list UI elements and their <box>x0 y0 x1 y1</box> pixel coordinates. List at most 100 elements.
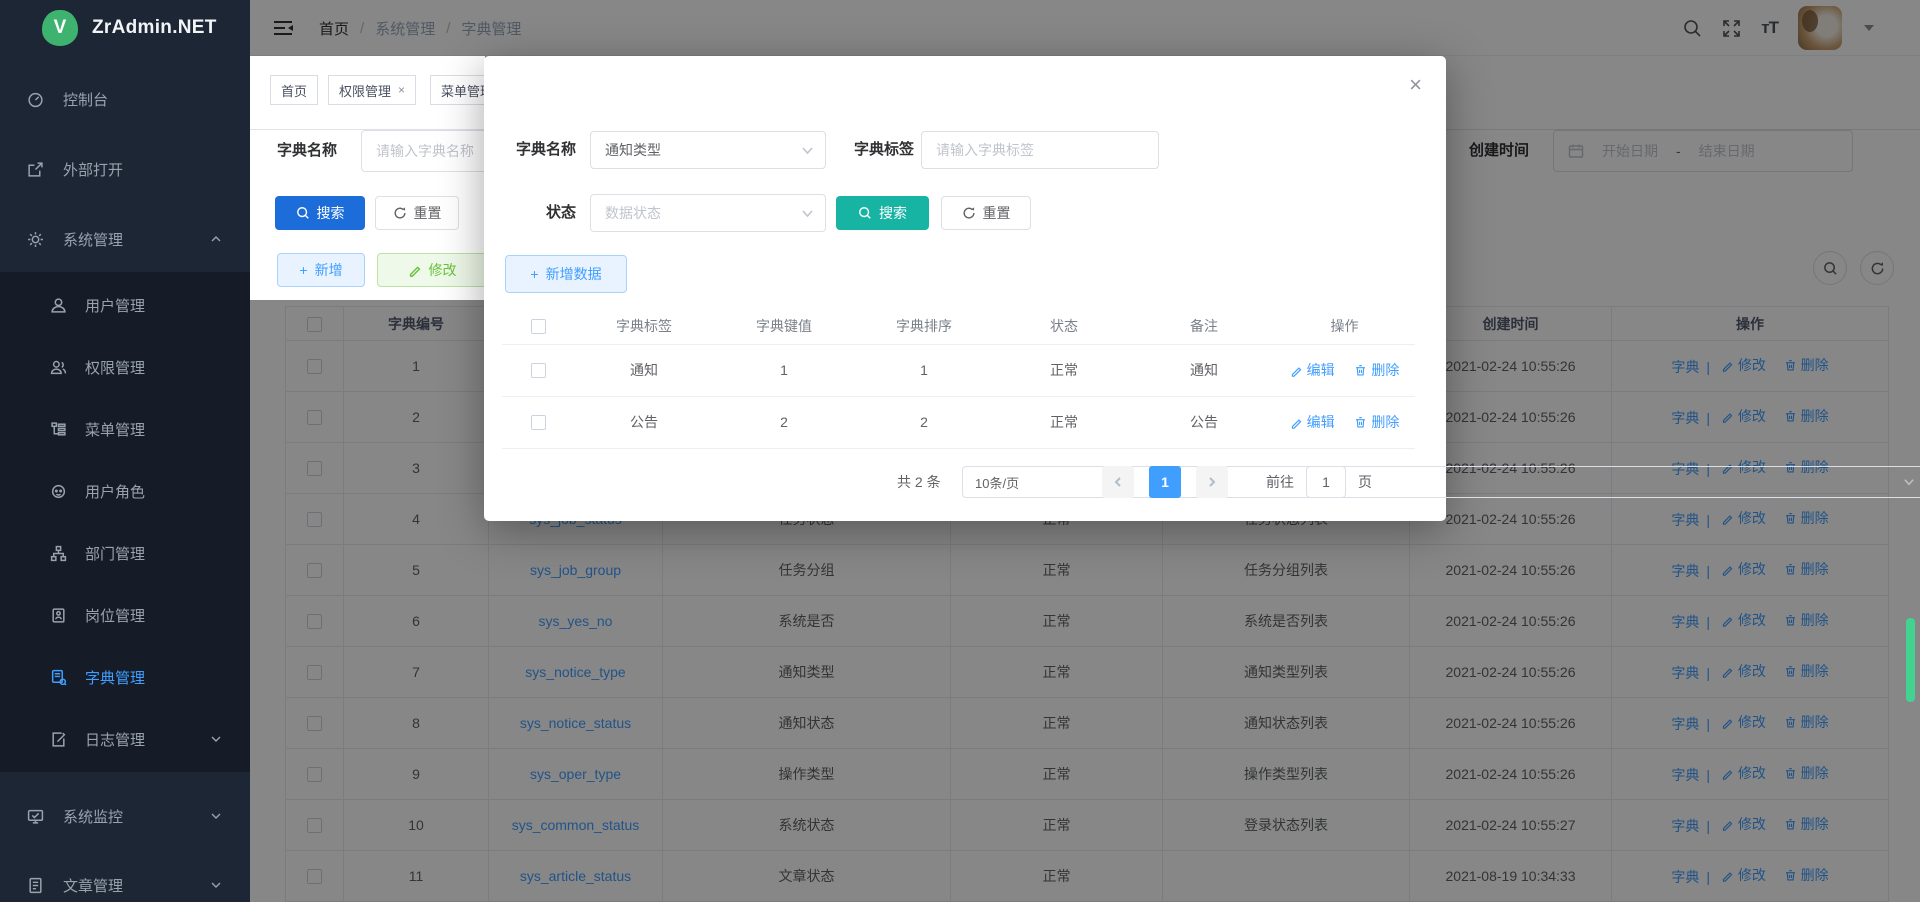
font-size-icon[interactable]: ᴛT <box>1761 18 1778 38</box>
dict-type-link[interactable]: sys_common_status <box>512 817 640 833</box>
app-logo[interactable]: V ZrAdmin.NET <box>0 0 250 56</box>
reset-button[interactable]: 重置 <box>375 196 459 230</box>
next-page-button[interactable] <box>1196 466 1228 498</box>
current-page-button[interactable]: 1 <box>1149 466 1181 498</box>
sidebar-item-system[interactable]: 系统管理 <box>0 208 250 270</box>
sidebar-collapse-icon[interactable] <box>273 20 293 36</box>
row-checkbox[interactable] <box>307 818 322 833</box>
dict-action-link[interactable]: 字典 <box>1671 714 1699 734</box>
edit-action-link[interactable]: 修改 <box>1721 865 1766 885</box>
row-checkbox[interactable] <box>531 363 546 378</box>
delete-action-link[interactable]: 删除 <box>1784 406 1829 426</box>
edit-action-link[interactable]: 修改 <box>1721 355 1766 375</box>
delete-action-link[interactable]: 删除 <box>1784 355 1829 375</box>
select-all-checkbox[interactable] <box>307 317 322 332</box>
edit-action-link[interactable]: 修改 <box>1721 712 1766 732</box>
delete-action-link[interactable]: 删除 <box>1784 661 1829 681</box>
sidebar-item-posts[interactable]: 岗位管理 <box>0 584 250 646</box>
row-checkbox[interactable] <box>307 716 322 731</box>
row-checkbox[interactable] <box>307 665 322 680</box>
row-checkbox[interactable] <box>307 614 322 629</box>
edit-action-link[interactable]: 编辑 <box>1290 412 1335 432</box>
dict-type-link[interactable]: sys_notice_status <box>520 715 631 731</box>
user-avatar[interactable] <box>1798 6 1842 50</box>
edit-action-link[interactable]: 修改 <box>1721 610 1766 630</box>
modal-status-select[interactable]: 数据状态 <box>590 194 826 232</box>
breadcrumb-section[interactable]: 系统管理 <box>375 18 435 39</box>
sidebar-item-external[interactable]: 外部打开 <box>0 138 250 200</box>
delete-action-link[interactable]: 删除 <box>1784 610 1829 630</box>
row-checkbox[interactable] <box>307 359 322 374</box>
row-checkbox[interactable] <box>307 869 322 884</box>
sidebar-item-users[interactable]: 用户管理 <box>0 274 250 336</box>
toggle-search-button[interactable] <box>1813 251 1847 285</box>
delete-action-link[interactable]: 删除 <box>1784 865 1829 885</box>
modal-add-data-button[interactable]: + 新增数据 <box>505 255 627 293</box>
edit-action-link[interactable]: 修改 <box>1721 661 1766 681</box>
delete-action-link[interactable]: 删除 <box>1784 763 1829 783</box>
search-button[interactable]: 搜索 <box>275 196 365 230</box>
modal-dict-label-input[interactable] <box>921 131 1159 169</box>
dict-type-link[interactable]: sys_article_status <box>520 868 631 884</box>
row-checkbox[interactable] <box>531 415 546 430</box>
dict-type-link[interactable]: sys_yes_no <box>539 613 613 629</box>
row-checkbox[interactable] <box>307 461 322 476</box>
dict-action-link[interactable]: 字典 <box>1671 765 1699 785</box>
edit-action-link[interactable]: 修改 <box>1721 508 1766 528</box>
close-icon[interactable]: × <box>1409 74 1422 96</box>
row-checkbox[interactable] <box>307 563 322 578</box>
sidebar-item-menus[interactable]: 菜单管理 <box>0 398 250 460</box>
tab-close-icon[interactable]: × <box>398 84 405 96</box>
edit-action-link[interactable]: 修改 <box>1721 559 1766 579</box>
delete-action-link[interactable]: 删除 <box>1354 412 1399 432</box>
dict-action-link[interactable]: 字典 <box>1671 612 1699 632</box>
delete-action-link[interactable]: 删除 <box>1784 559 1829 579</box>
row-checkbox[interactable] <box>307 767 322 782</box>
edit-action-link[interactable]: 编辑 <box>1290 360 1335 380</box>
avatar-caret-icon[interactable] <box>1864 25 1874 31</box>
modal-search-button[interactable]: 搜索 <box>836 196 929 230</box>
dict-type-link[interactable]: sys_notice_type <box>525 664 625 680</box>
dict-type-link[interactable]: sys_job_group <box>530 562 621 578</box>
tab-permissions[interactable]: 权限管理 × <box>328 75 416 105</box>
delete-action-link[interactable]: 删除 <box>1784 508 1829 528</box>
add-button[interactable]: + 新增 <box>277 253 365 287</box>
dict-action-link[interactable]: 字典 <box>1671 561 1699 581</box>
sidebar-item-dictionary[interactable]: 字典管理 <box>0 646 250 708</box>
dict-action-link[interactable]: 字典 <box>1671 357 1699 377</box>
tab-home[interactable]: 首页 <box>270 75 318 105</box>
sidebar-item-permissions[interactable]: 权限管理 <box>0 336 250 398</box>
sidebar-item-dashboard[interactable]: 控制台 <box>0 68 250 130</box>
sidebar-item-departments[interactable]: 部门管理 <box>0 522 250 584</box>
row-checkbox[interactable] <box>307 410 322 425</box>
sidebar-item-user-roles[interactable]: 用户角色 <box>0 460 250 522</box>
sidebar-item-articles[interactable]: 文章管理 <box>0 854 250 902</box>
edit-button[interactable]: 修改 <box>377 253 487 287</box>
dict-action-link[interactable]: 字典 <box>1671 408 1699 428</box>
dict-action-link[interactable]: 字典 <box>1671 663 1699 683</box>
row-checkbox[interactable] <box>307 512 322 527</box>
edit-action-link[interactable]: 修改 <box>1721 814 1766 834</box>
modal-reset-button[interactable]: 重置 <box>941 196 1031 230</box>
scrollbar-thumb[interactable] <box>1906 618 1915 702</box>
sidebar-item-monitor[interactable]: 系统监控 <box>0 785 250 847</box>
edit-action-link[interactable]: 修改 <box>1721 406 1766 426</box>
dict-action-link[interactable]: 字典 <box>1671 816 1699 836</box>
delete-action-link[interactable]: 删除 <box>1784 814 1829 834</box>
dict-type-link[interactable]: sys_oper_type <box>530 766 621 782</box>
goto-page-input[interactable] <box>1306 466 1346 498</box>
dict-action-link[interactable]: 字典 <box>1671 510 1699 530</box>
edit-action-link[interactable]: 修改 <box>1721 763 1766 783</box>
breadcrumb-home[interactable]: 首页 <box>319 18 349 39</box>
create-time-range-picker[interactable]: 开始日期 - 结束日期 <box>1553 130 1853 172</box>
refresh-table-button[interactable] <box>1860 251 1894 285</box>
prev-page-button[interactable] <box>1102 466 1134 498</box>
modal-dict-name-select[interactable]: 通知类型 <box>590 131 826 169</box>
dict-action-link[interactable]: 字典 <box>1671 867 1699 887</box>
search-icon[interactable] <box>1683 19 1702 38</box>
delete-action-link[interactable]: 删除 <box>1784 712 1829 732</box>
sidebar-item-logs[interactable]: 日志管理 <box>0 708 250 770</box>
delete-action-link[interactable]: 删除 <box>1354 360 1399 380</box>
modal-select-all-checkbox[interactable] <box>531 319 546 334</box>
fullscreen-icon[interactable] <box>1722 19 1741 38</box>
